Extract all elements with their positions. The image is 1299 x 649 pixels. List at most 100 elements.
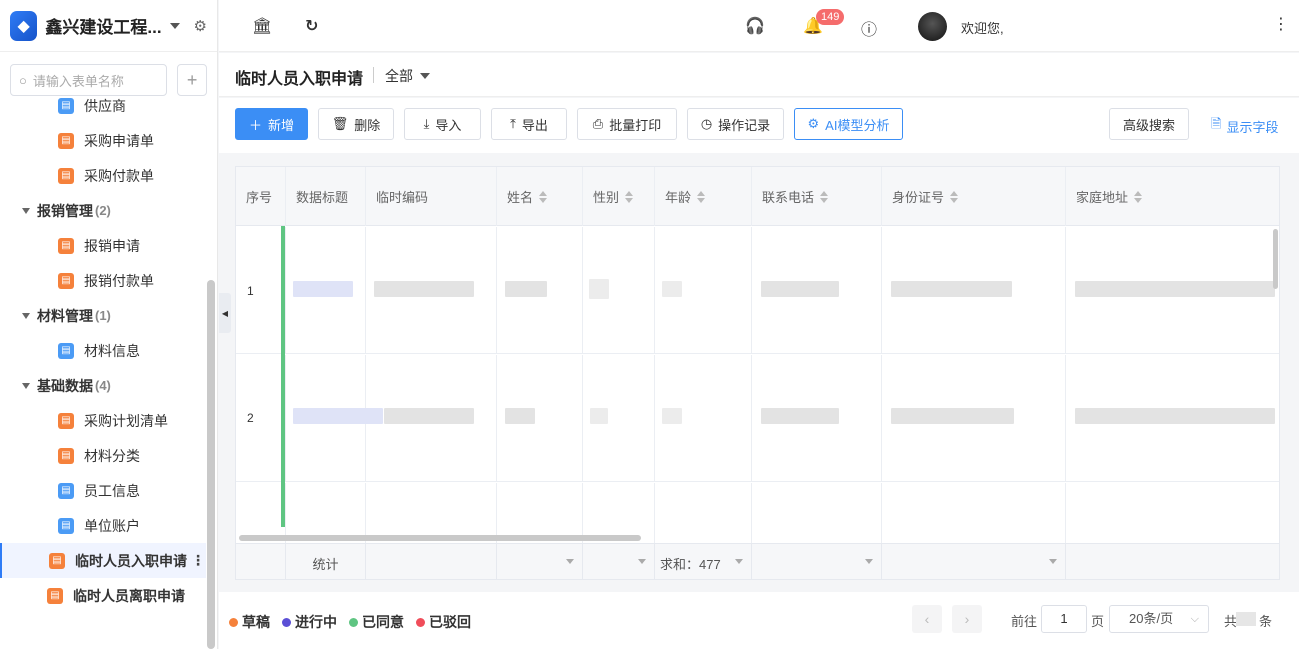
more-vertical-icon[interactable]: ⋮ — [191, 552, 205, 569]
summary-dropdown[interactable] — [497, 544, 583, 579]
chevron-down-icon — [420, 73, 430, 79]
sort-icon[interactable] — [539, 190, 548, 203]
column-header-temp-code[interactable]: 临时编码 — [366, 167, 497, 226]
sort-icon[interactable] — [950, 190, 959, 203]
summary-label: 统计 — [286, 544, 366, 579]
table-horizontal-scrollbar[interactable] — [239, 535, 641, 541]
legend-draft: 草稿 — [229, 612, 270, 632]
document-settings-icon: 🗎 — [1211, 116, 1222, 131]
robot-icon: ⚙ — [807, 116, 820, 131]
column-header-name[interactable]: 姓名 — [497, 167, 583, 226]
sort-icon[interactable] — [697, 190, 706, 203]
column-header-id-number[interactable]: 身份证号 — [882, 167, 1066, 226]
sidebar-item-purchase-plan[interactable]: ▤ 采购计划清单 — [0, 403, 206, 438]
app-name[interactable]: 鑫兴建设工程... — [45, 13, 161, 38]
next-page-button[interactable]: › — [952, 605, 982, 633]
sidebar-item-reimb-payment[interactable]: ▤ 报销付款单 — [0, 263, 206, 298]
chevron-down-icon — [735, 559, 743, 564]
delete-button[interactable]: 🗑 删除 — [318, 108, 394, 140]
refresh-icon[interactable]: ↻ — [305, 16, 318, 36]
sidebar-header: ◆ 鑫兴建设工程... ⚙ — [0, 0, 217, 52]
redacted-cell — [505, 408, 535, 424]
summary-age-sum[interactable]: 求和：477 — [655, 544, 752, 579]
sidebar-item-supplier[interactable]: ▤ 供应商 — [0, 98, 206, 123]
import-button[interactable]: ⤓ 导入 — [404, 108, 481, 140]
row-index: 2 — [247, 411, 254, 425]
view-filter-dropdown[interactable]: 全部 — [385, 66, 430, 86]
notification-badge: 149 — [816, 9, 845, 25]
sidebar-item-unit-account[interactable]: ▤ 单位账户 — [0, 508, 206, 543]
column-header-title[interactable]: 数据标题 — [286, 167, 366, 226]
prev-page-button[interactable]: ‹ — [912, 605, 942, 633]
sidebar-group-reimbursement[interactable]: 报销管理 (2) — [0, 193, 206, 228]
bank-icon[interactable]: 🏛 — [252, 16, 272, 36]
ai-analysis-button[interactable]: ⚙ AI模型分析 — [794, 108, 903, 140]
column-header-address[interactable]: 家庭地址 — [1066, 167, 1279, 226]
form-icon: ▤ — [58, 482, 74, 499]
operation-log-button[interactable]: ◷ 操作记录 — [687, 108, 784, 140]
summary-dropdown[interactable] — [752, 544, 882, 579]
sidebar-group-base-data[interactable]: 基础数据 (4) — [0, 368, 206, 403]
form-icon: ▤ — [49, 552, 65, 569]
column-header-phone[interactable]: 联系电话 — [752, 167, 882, 226]
sidebar-group-material[interactable]: 材料管理 (1) — [0, 298, 206, 333]
redacted-total — [1236, 612, 1256, 626]
export-button[interactable]: ⤒ 导出 — [491, 108, 567, 140]
dot-icon — [416, 617, 425, 627]
table-row[interactable]: 2 — [236, 355, 1279, 482]
form-icon: ▤ — [58, 412, 74, 429]
legend-approved: 已同意 — [349, 612, 404, 632]
summary-dropdown[interactable] — [882, 544, 1066, 579]
sort-icon[interactable] — [820, 190, 829, 203]
sidebar-item-material-info[interactable]: ▤ 材料信息 — [0, 333, 206, 368]
avatar[interactable] — [918, 12, 947, 41]
redacted-cell — [505, 281, 547, 297]
table-row[interactable]: 1 — [236, 227, 1279, 354]
table-row[interactable] — [236, 483, 1279, 543]
legend-rejected: 已驳回 — [416, 612, 471, 632]
headset-icon[interactable]: 🎧 — [745, 16, 765, 36]
sidebar: ◆ 鑫兴建设工程... ⚙ ○ 请输入表单名称 + ▤ 供应商 ▤ 采购申请单 ▤ 采… — [0, 0, 218, 649]
column-header-age[interactable]: 年龄 — [655, 167, 752, 226]
add-button[interactable]: ＋新增 — [235, 108, 308, 140]
redacted-cell — [662, 281, 682, 297]
sidebar-item-temp-offboarding[interactable]: ▤ 临时人员离职申请 — [0, 578, 206, 613]
sidebar-item-reimb-request[interactable]: ▤ 报销申请 — [0, 228, 206, 263]
page-number-input[interactable]: 1 — [1041, 605, 1087, 633]
more-menu-icon[interactable]: ⋮ — [1273, 14, 1289, 34]
gear-icon[interactable]: ⚙ — [194, 17, 207, 35]
form-search-input[interactable]: ○ 请输入表单名称 — [10, 64, 168, 96]
add-form-button[interactable]: + — [177, 64, 207, 96]
advanced-search-button[interactable]: 高级搜索 — [1109, 108, 1189, 140]
title-divider — [373, 67, 374, 83]
redacted-cell — [589, 279, 609, 299]
welcome-text: 欢迎您, — [961, 21, 1004, 36]
search-icon: ○ — [19, 72, 27, 88]
expand-triangle-icon — [22, 382, 30, 389]
top-bar: 🏛 ↻ 🎧 🔔 149 ⓘ 欢迎您, ⋮ — [219, 0, 1299, 52]
sidebar-item-employee-info[interactable]: ▤ 员工信息 — [0, 473, 206, 508]
search-placeholder: 请输入表单名称 — [32, 73, 124, 89]
form-icon: ▤ — [58, 342, 74, 359]
sidebar-item-temp-onboarding[interactable]: ▤ 临时人员入职申请 ⋮ — [0, 543, 206, 578]
redacted-cell — [761, 281, 839, 297]
sidebar-item-purchase-request[interactable]: ▤ 采购申请单 — [0, 123, 206, 158]
help-icon[interactable]: ⓘ — [861, 16, 877, 40]
sidebar-item-material-category[interactable]: ▤ 材料分类 — [0, 438, 206, 473]
app-root: ◆ 鑫兴建设工程... ⚙ ○ 请输入表单名称 + ▤ 供应商 ▤ 采购申请单 ▤ 采… — [0, 0, 1299, 649]
sidebar-scrollbar[interactable] — [207, 280, 215, 649]
batch-print-button[interactable]: ⎙ 批量打印 — [577, 108, 677, 140]
app-switch-caret-icon[interactable] — [169, 22, 180, 29]
redacted-cell — [891, 281, 1012, 297]
sort-icon[interactable] — [625, 190, 634, 203]
show-fields-button[interactable]: 🗎 显示字段 — [1211, 115, 1278, 137]
form-icon: ▤ — [58, 237, 74, 254]
sidebar-collapse-handle[interactable]: ◀ — [219, 293, 231, 333]
sort-icon[interactable] — [1134, 190, 1143, 203]
summary-dropdown[interactable] — [583, 544, 655, 579]
sidebar-item-purchase-payment[interactable]: ▤ 采购付款单 — [0, 158, 206, 193]
page-size-select[interactable]: 20条/页 ⌵ — [1109, 605, 1209, 633]
column-header-gender[interactable]: 性别 — [583, 167, 655, 226]
chevron-down-icon — [566, 559, 574, 564]
table-vertical-scrollbar[interactable] — [1273, 229, 1278, 289]
